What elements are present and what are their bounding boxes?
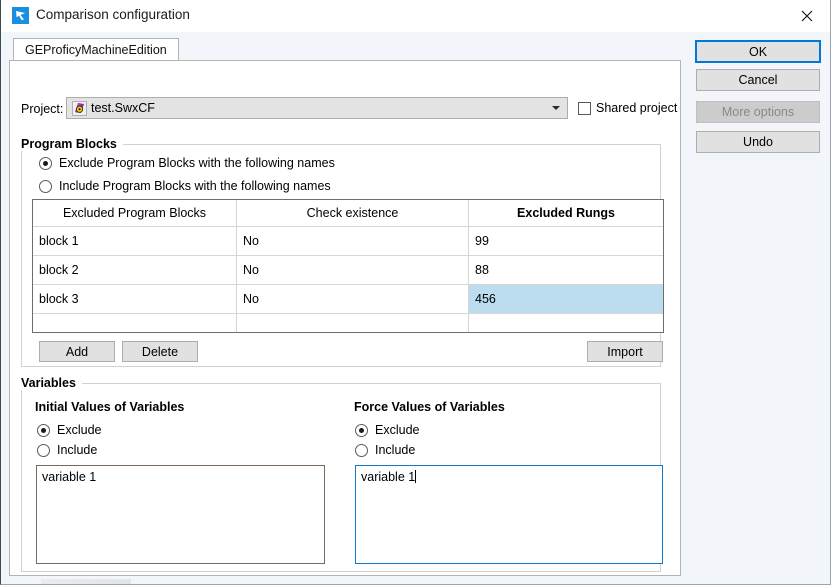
force-values-text: variable 1 bbox=[361, 470, 415, 484]
shared-project-checkbox-box[interactable] bbox=[578, 102, 591, 115]
cancel-button-label: Cancel bbox=[739, 73, 778, 87]
column-header-excluded-program-blocks: Excluded Program Blocks bbox=[33, 200, 237, 226]
radio-initial-exclude[interactable]: Exclude bbox=[37, 423, 101, 437]
undo-button-label: Undo bbox=[743, 135, 773, 149]
title-bar: Comparison configuration bbox=[1, 0, 830, 33]
cell-empty[interactable] bbox=[237, 314, 469, 333]
table-header-row: Excluded Program Blocks Check existence … bbox=[33, 200, 663, 226]
radio-force-include[interactable]: Include bbox=[355, 443, 415, 457]
ok-button-label: OK bbox=[749, 45, 767, 59]
background-artifact bbox=[41, 579, 131, 584]
force-values-textarea[interactable]: variable 1 bbox=[355, 465, 663, 564]
table-empty-row[interactable] bbox=[33, 313, 663, 333]
cancel-button[interactable]: Cancel bbox=[696, 69, 820, 91]
initial-values-textarea[interactable]: variable 1 bbox=[36, 465, 325, 564]
shared-project-label: Shared project bbox=[596, 101, 677, 115]
tab-geproficymachineedition[interactable]: GEProficyMachineEdition bbox=[13, 38, 179, 61]
undo-button[interactable]: Undo bbox=[696, 131, 820, 153]
cell-block-name[interactable]: block 2 bbox=[33, 256, 237, 284]
radio-exclude-program-blocks-label: Exclude Program Blocks with the followin… bbox=[59, 156, 335, 170]
more-options-button-label: More options bbox=[722, 105, 794, 119]
cell-block-name[interactable]: block 3 bbox=[33, 285, 237, 313]
tab-strip: GEProficyMachineEdition bbox=[9, 38, 681, 61]
text-caret bbox=[415, 470, 416, 483]
radio-initial-include-label: Include bbox=[57, 443, 97, 457]
radio-force-exclude-label: Exclude bbox=[375, 423, 419, 437]
cell-check-existence[interactable]: No bbox=[237, 227, 469, 255]
radio-force-exclude-dot[interactable] bbox=[355, 424, 368, 437]
radio-force-include-dot[interactable] bbox=[355, 444, 368, 457]
variables-group-title: Variables bbox=[21, 376, 82, 390]
initial-values-heading: Initial Values of Variables bbox=[35, 400, 184, 414]
delete-button[interactable]: Delete bbox=[122, 341, 198, 362]
project-combobox[interactable]: test.SwxCF bbox=[66, 97, 568, 119]
cell-check-existence[interactable]: No bbox=[237, 285, 469, 313]
project-value: test.SwxCF bbox=[91, 101, 155, 115]
cell-block-name[interactable]: block 1 bbox=[33, 227, 237, 255]
radio-initial-include-dot[interactable] bbox=[37, 444, 50, 457]
add-button[interactable]: Add bbox=[39, 341, 115, 362]
window-title: Comparison configuration bbox=[36, 7, 190, 22]
add-button-label: Add bbox=[66, 345, 88, 359]
radio-initial-include[interactable]: Include bbox=[37, 443, 97, 457]
excluded-program-blocks-table[interactable]: Excluded Program Blocks Check existence … bbox=[32, 199, 664, 333]
cell-empty[interactable] bbox=[33, 314, 237, 333]
comparison-configuration-dialog: Comparison configuration GEProficyMachin… bbox=[0, 0, 831, 585]
cell-excluded-rungs-selected[interactable]: 456 bbox=[469, 285, 663, 313]
cell-excluded-rungs[interactable]: 88 bbox=[469, 256, 663, 284]
initial-values-text: variable 1 bbox=[42, 470, 96, 484]
project-label: Project: bbox=[21, 102, 63, 116]
dialog-button-column: OK Cancel More options Undo bbox=[695, 32, 821, 584]
force-values-heading: Force Values of Variables bbox=[354, 400, 505, 414]
dialog-client-area: GEProficyMachineEdition Project: test.Sw… bbox=[1, 32, 830, 584]
radio-include-program-blocks-label: Include Program Blocks with the followin… bbox=[59, 179, 331, 193]
chevron-down-icon[interactable] bbox=[552, 106, 560, 110]
shared-project-checkbox[interactable]: Shared project bbox=[578, 101, 677, 115]
radio-exclude-program-blocks[interactable]: Exclude Program Blocks with the followin… bbox=[39, 156, 335, 170]
import-button[interactable]: Import bbox=[587, 341, 663, 362]
tab-label: GEProficyMachineEdition bbox=[25, 43, 167, 57]
cell-empty[interactable] bbox=[469, 314, 663, 333]
program-blocks-group-title: Program Blocks bbox=[21, 137, 123, 151]
column-header-excluded-rungs: Excluded Rungs bbox=[469, 200, 663, 226]
radio-initial-exclude-label: Exclude bbox=[57, 423, 101, 437]
app-icon bbox=[12, 7, 29, 24]
project-file-icon bbox=[72, 101, 87, 116]
ok-button[interactable]: OK bbox=[695, 40, 821, 63]
radio-initial-exclude-dot[interactable] bbox=[37, 424, 50, 437]
tab-page: Project: test.SwxCF Shared project bbox=[9, 60, 681, 576]
table-row[interactable]: block 2 No 88 bbox=[33, 255, 663, 284]
radio-exclude-program-blocks-dot[interactable] bbox=[39, 157, 52, 170]
more-options-button: More options bbox=[696, 101, 820, 123]
column-header-check-existence: Check existence bbox=[237, 200, 469, 226]
radio-include-program-blocks[interactable]: Include Program Blocks with the followin… bbox=[39, 179, 331, 193]
radio-include-program-blocks-dot[interactable] bbox=[39, 180, 52, 193]
cell-check-existence[interactable]: No bbox=[237, 256, 469, 284]
import-button-label: Import bbox=[607, 345, 642, 359]
table-row[interactable]: block 1 No 99 bbox=[33, 226, 663, 255]
cell-excluded-rungs[interactable]: 99 bbox=[469, 227, 663, 255]
radio-force-include-label: Include bbox=[375, 443, 415, 457]
table-row[interactable]: block 3 No 456 bbox=[33, 284, 663, 313]
delete-button-label: Delete bbox=[142, 345, 178, 359]
close-icon[interactable] bbox=[784, 0, 830, 31]
radio-force-exclude[interactable]: Exclude bbox=[355, 423, 419, 437]
